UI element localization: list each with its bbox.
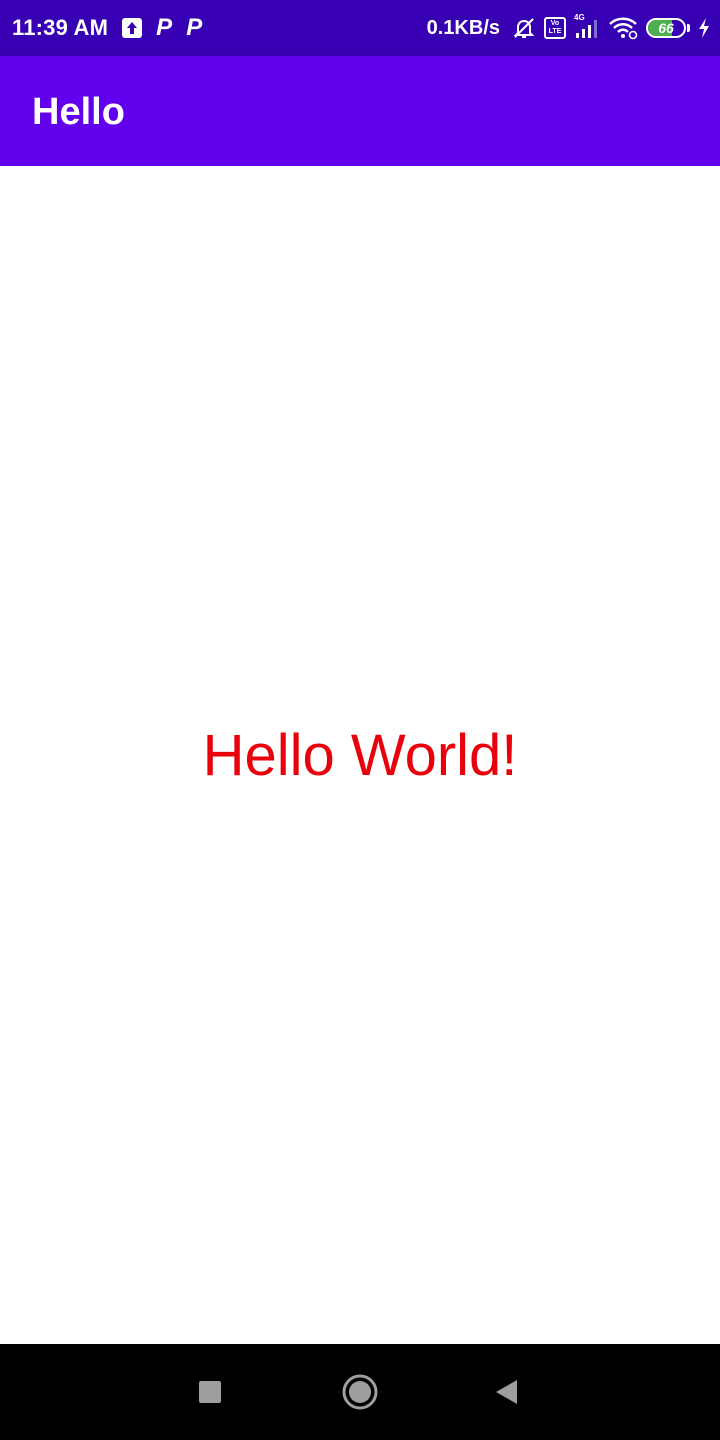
status-right: 0.1KB/s Vo LTE 4G 66 — [427, 0, 710, 56]
volte-top-label: Vo — [550, 20, 560, 27]
bell-muted-icon — [512, 16, 536, 40]
volte-bottom-label: LTE — [548, 28, 562, 35]
volte-icon: Vo LTE — [544, 17, 566, 39]
app-bar: Hello — [0, 56, 720, 166]
phone-screen: 11:39 AM P P 0.1KB/s Vo LTE 4G 66 Hello … — [0, 0, 720, 1440]
status-bar: 11:39 AM P P 0.1KB/s Vo LTE 4G 66 — [0, 0, 720, 56]
upload-icon — [122, 18, 143, 38]
wifi-icon — [608, 16, 638, 40]
cell-signal-icon: 4G — [574, 13, 600, 39]
network-type-label: 4G — [574, 13, 585, 22]
app-title: Hello — [32, 91, 125, 133]
network-speed: 0.1KB/s — [426, 16, 500, 39]
recents-square-icon — [199, 1381, 221, 1403]
home-circle-icon — [342, 1374, 378, 1410]
p-app-icon: P — [186, 14, 203, 41]
status-left: 11:39 AM P P — [12, 0, 202, 56]
battery-icon: 66 — [646, 18, 690, 38]
recents-button[interactable] — [170, 1344, 250, 1440]
navigation-bar — [0, 1344, 720, 1440]
back-triangle-icon — [496, 1380, 517, 1404]
home-button[interactable] — [320, 1344, 400, 1440]
charging-bolt-icon — [698, 18, 710, 38]
back-button[interactable] — [466, 1344, 546, 1440]
main-content: Hello World! — [0, 166, 720, 1344]
p-app-icon: P — [156, 14, 173, 41]
status-time: 11:39 AM — [12, 15, 109, 40]
battery-level: 66 — [658, 20, 674, 36]
hello-world-text: Hello World! — [202, 723, 518, 788]
